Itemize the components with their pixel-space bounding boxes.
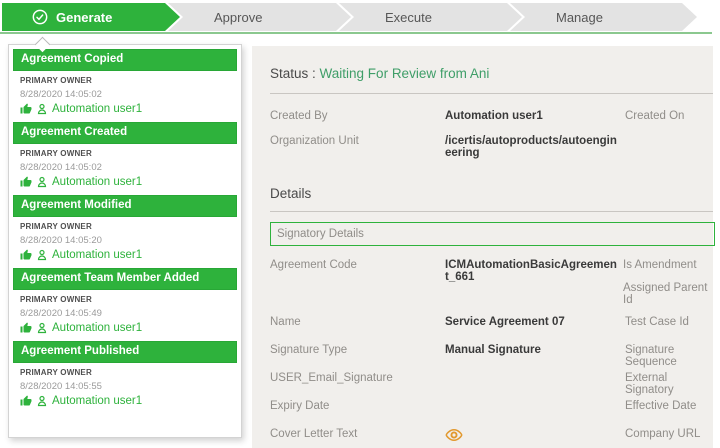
status-line: Status : Waiting For Review from Ani	[270, 66, 713, 81]
field-value: Service Agreement 07	[445, 316, 625, 328]
eye-icon[interactable]	[445, 428, 463, 442]
field-row-cover-letter-text: Cover Letter Text Company URL	[270, 428, 713, 448]
timeline-entry-timestamp: 8/28/2020 14:05:49	[20, 308, 230, 319]
timeline-entry-timestamp: 8/28/2020 14:05:02	[20, 162, 230, 173]
timeline-entry: Agreement Copied PRIMARY OWNER 8/28/2020…	[13, 49, 237, 122]
thumbs-up-icon	[20, 322, 32, 334]
timeline-entry-user[interactable]: Automation user1	[20, 322, 230, 334]
user-icon	[36, 395, 48, 407]
stage-label: Manage	[556, 10, 603, 25]
stage-execute[interactable]: Execute	[339, 3, 522, 31]
check-circle-icon	[32, 9, 48, 25]
thumbs-up-icon	[20, 395, 32, 407]
summary-section: Created By Automation user1 Created On O…	[270, 110, 713, 159]
timeline-entry-role: PRIMARY OWNER	[20, 76, 230, 85]
timeline-entry-title[interactable]: Agreement Created	[13, 122, 237, 144]
timeline-entry-user[interactable]: Automation user1	[20, 103, 230, 115]
org-unit-value: /icertis/autoproducts/autoengineering	[445, 135, 625, 159]
created-by-label: Created By	[270, 110, 445, 122]
field-label: Company URL	[625, 428, 713, 440]
workflow-stage-bar: Generate Approve Execute Manage	[2, 3, 697, 31]
field-label: Cover Letter Text	[270, 428, 445, 440]
timeline-entry-timestamp: 8/28/2020 14:05:02	[20, 89, 230, 100]
timeline-entry-role: PRIMARY OWNER	[20, 368, 230, 377]
timeline-entry-timestamp: 8/28/2020 14:05:55	[20, 381, 230, 392]
stage-generate[interactable]: Generate	[2, 3, 180, 31]
status-label: Status :	[270, 66, 316, 81]
field-label: USER_Email_Signature	[270, 372, 445, 384]
user-icon	[36, 249, 48, 261]
field-value: Manual Signature	[445, 344, 625, 356]
stage-manage[interactable]: Manage	[510, 3, 697, 31]
timeline-entry-title[interactable]: Agreement Copied	[13, 49, 237, 71]
field-label: Name	[270, 316, 445, 328]
thumbs-up-icon	[20, 249, 32, 261]
field-row-signature-type: Signature Type Manual Signature Signatur…	[270, 344, 713, 372]
created-by-value: Automation user1	[445, 110, 625, 122]
timeline-entry: Agreement Modified PRIMARY OWNER 8/28/20…	[13, 195, 237, 268]
user-icon	[36, 176, 48, 188]
stage-underline	[0, 32, 712, 34]
timeline-entry: Agreement Published PRIMARY OWNER 8/28/2…	[13, 341, 237, 414]
timeline-entry: Agreement Team Member Added PRIMARY OWNE…	[13, 268, 237, 341]
field-label: External Signatory	[625, 372, 713, 396]
field-row-name: Name Service Agreement 07 Test Case Id	[270, 316, 713, 344]
timeline-entry-title[interactable]: Agreement Team Member Added	[13, 268, 237, 290]
signatory-details-header[interactable]: Signatory Details	[270, 222, 715, 246]
timeline-entry-role: PRIMARY OWNER	[20, 222, 230, 231]
field-label: Agreement Code	[270, 259, 445, 271]
field-label: Test Case Id	[625, 316, 713, 328]
timeline-entry-user[interactable]: Automation user1	[20, 176, 230, 188]
stage-label: Execute	[385, 10, 432, 25]
field-label: Signature Sequence	[625, 344, 713, 368]
stage-label: Approve	[214, 10, 262, 25]
timeline-entry-user[interactable]: Automation user1	[20, 249, 230, 261]
status-value: Waiting For Review from Ani	[320, 66, 490, 81]
timeline-entry-user[interactable]: Automation user1	[20, 395, 230, 407]
details-fields: Agreement Code ICMAutomationBasicAgreeme…	[270, 259, 713, 448]
agreement-detail-panel: Status : Waiting For Review from Ani Cre…	[252, 46, 713, 448]
field-row-agreement-code: Agreement Code ICMAutomationBasicAgreeme…	[270, 259, 713, 306]
field-row-expiry-date: Expiry Date Effective Date	[270, 400, 713, 428]
timeline-entry-timestamp: 8/28/2020 14:05:20	[20, 235, 230, 246]
field-label: Is Amendment	[623, 259, 713, 271]
divider	[270, 93, 713, 94]
timeline-entry-title[interactable]: Agreement Modified	[13, 195, 237, 217]
field-label: Signature Type	[270, 344, 445, 356]
user-icon	[36, 103, 48, 115]
user-icon	[36, 322, 48, 334]
details-heading: Details	[270, 186, 713, 201]
thumbs-up-icon	[20, 103, 32, 115]
timeline-entry: Agreement Created PRIMARY OWNER 8/28/202…	[13, 122, 237, 195]
timeline-entry-title[interactable]: Agreement Published	[13, 341, 237, 363]
thumbs-up-icon	[20, 176, 32, 188]
field-label: Assigned Parent Id	[623, 282, 713, 306]
agreement-history-timeline: Agreement Copied PRIMARY OWNER 8/28/2020…	[8, 44, 242, 438]
timeline-entry-role: PRIMARY OWNER	[20, 295, 230, 304]
created-on-label: Created On	[625, 110, 713, 122]
timeline-entry-role: PRIMARY OWNER	[20, 149, 230, 158]
field-label: Effective Date	[625, 400, 713, 412]
agreement-workflow-page: Generate Approve Execute Manage Agreemen…	[0, 0, 720, 448]
field-value: ICMAutomationBasicAgreement_661	[445, 259, 623, 283]
divider	[270, 211, 713, 212]
field-row-user-email-signature: USER_Email_Signature External Signatory	[270, 372, 713, 400]
org-unit-label: Organization Unit	[270, 135, 445, 147]
stage-approve[interactable]: Approve	[168, 3, 351, 31]
stage-label: Generate	[56, 10, 112, 25]
field-label: Expiry Date	[270, 400, 445, 412]
